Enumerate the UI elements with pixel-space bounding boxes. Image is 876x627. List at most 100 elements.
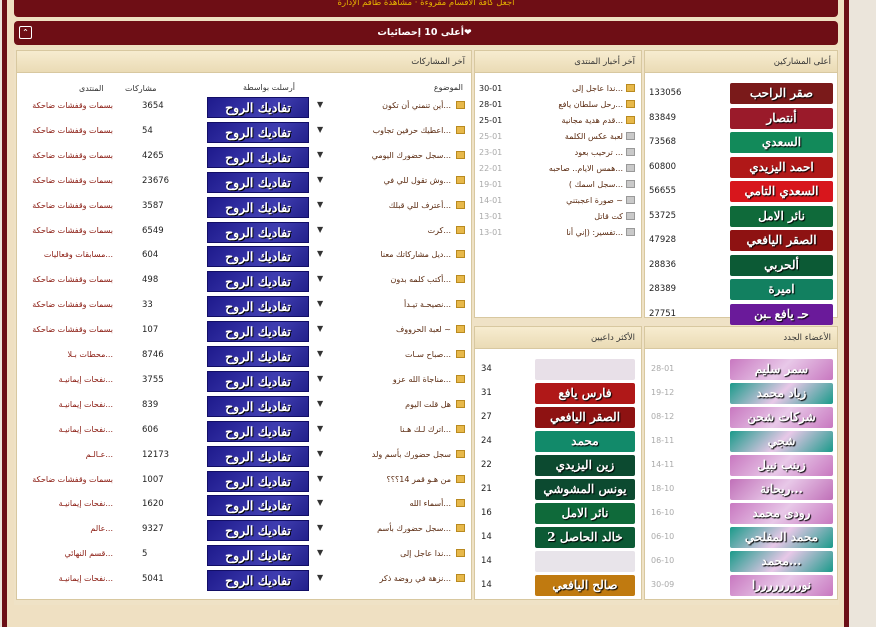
top-poster-name[interactable]: الصقر اليافعي xyxy=(730,230,833,251)
news-item[interactable]: 19-01 ( سجل اسمك... xyxy=(479,179,637,193)
post-topic[interactable]: اترك لـك هـنا... xyxy=(400,425,451,434)
dropdown-arrow-icon[interactable]: ▼ xyxy=(317,474,323,483)
sender-name[interactable]: تفاديك الروح xyxy=(207,321,309,343)
post-topic[interactable]: ندا عاجل إلى... xyxy=(400,549,451,558)
sender-name[interactable]: تفاديك الروح xyxy=(207,420,309,442)
dropdown-arrow-icon[interactable]: ▼ xyxy=(317,225,323,234)
post-topic[interactable]: أعترف للي قبلك... xyxy=(389,201,451,210)
top-poster-name[interactable]: صقر الراحب xyxy=(730,83,833,104)
top-inviter-name[interactable]: الصقر اليافعي xyxy=(535,407,635,428)
post-forum[interactable]: نفحات إيمانيـة... xyxy=(23,499,113,508)
post-forum[interactable]: بسمات وقفشات ضاحكة xyxy=(23,126,113,135)
dropdown-arrow-icon[interactable]: ▼ xyxy=(317,349,323,358)
news-item[interactable]: 22-01 همس الايام.. صاحبه... xyxy=(479,163,637,177)
sender-name[interactable]: تفاديك الروح xyxy=(207,196,309,218)
post-topic[interactable]: نصيحـة تيـدأ... xyxy=(404,300,451,309)
post-forum[interactable]: نفحات إيمانيـة... xyxy=(23,400,113,409)
dropdown-arrow-icon[interactable]: ▼ xyxy=(317,125,323,134)
news-title[interactable]: رحل سلطان يافع... xyxy=(558,100,623,109)
top-poster-name[interactable]: ألحربي xyxy=(730,254,833,276)
post-forum[interactable]: محطات بـلا... xyxy=(23,350,113,359)
post-topic[interactable]: سجل حضورك بأسم... xyxy=(377,524,451,533)
dropdown-arrow-icon[interactable]: ▼ xyxy=(317,324,323,333)
new-member-name[interactable]: شجي xyxy=(730,431,833,452)
post-forum[interactable]: بسمات وقفشات ضاحكة xyxy=(23,101,113,110)
sender-name[interactable]: تفاديك الروح xyxy=(207,520,309,542)
dropdown-arrow-icon[interactable]: ▼ xyxy=(317,449,323,458)
top-inviter-name[interactable]: صالح اليافعي xyxy=(535,575,635,596)
top-poster-name[interactable]: نائر الامل xyxy=(730,205,833,227)
news-title[interactable]: تفسير: (إني أنا... xyxy=(566,228,623,237)
news-title[interactable]: لعبة عكس الكلمة xyxy=(565,132,623,141)
post-forum[interactable]: بسمات وقفشات ضاحكة xyxy=(23,176,113,185)
post-forum[interactable]: بسمات وقفشات ضاحكة xyxy=(23,275,113,284)
post-forum[interactable]: بسمات وقفشات ضاحكة xyxy=(23,475,113,484)
news-item[interactable]: 30-01 ندا عاجل إلى... xyxy=(479,83,637,97)
news-item[interactable]: 14-01 صورة اعجبتني ~ xyxy=(479,195,637,209)
post-forum[interactable]: مسابقات وفعاليات... xyxy=(23,250,113,259)
new-member-name[interactable]: زياد محمد xyxy=(730,383,833,404)
news-title[interactable]: قدم هدية مجانية... xyxy=(562,116,623,125)
dropdown-arrow-icon[interactable]: ▼ xyxy=(317,274,323,283)
top-poster-name[interactable]: اميرة xyxy=(730,279,833,300)
post-forum[interactable]: نفحات إيمانيـة... xyxy=(23,574,113,583)
new-member-name[interactable]: زينب نبيل xyxy=(730,455,833,476)
post-topic[interactable]: سجل حضورك بأسم ولد xyxy=(372,450,451,459)
post-topic[interactable]: لعبة الحرووف ~ xyxy=(396,325,451,334)
top-inviter-name[interactable] xyxy=(535,359,635,380)
sender-name[interactable]: تفاديك الروح xyxy=(207,271,309,293)
top-notice-bar[interactable]: اجعل كافة الأقسام مقروءة · مشاهدة طاقم ا… xyxy=(14,0,838,17)
post-topic[interactable]: وش تقول للي في... xyxy=(384,176,451,185)
post-topic[interactable]: سجل حضورك اليومي... xyxy=(372,151,451,160)
news-title[interactable]: كت قاتل xyxy=(594,212,623,221)
dropdown-arrow-icon[interactable]: ▼ xyxy=(317,548,323,557)
sender-name[interactable]: تفاديك الروح xyxy=(207,395,309,417)
post-topic[interactable]: ديل مشاركاتك معنا... xyxy=(380,250,451,259)
post-forum[interactable]: بسمات وقفشات ضاحكة xyxy=(23,300,113,309)
sender-name[interactable]: تفاديك الروح xyxy=(207,246,309,268)
sender-name[interactable]: تفاديك الروح xyxy=(207,121,309,143)
news-title[interactable]: ندا عاجل إلى... xyxy=(572,84,623,93)
new-member-name[interactable]: رودى محمد xyxy=(730,503,833,524)
post-topic[interactable]: أسماء الله... xyxy=(409,499,451,508)
post-topic[interactable]: من هـو قمر 14؟؟؟ xyxy=(387,475,452,484)
new-member-name[interactable]: نوررررررررا xyxy=(730,575,833,596)
post-forum[interactable]: نفحات إيمانيـة... xyxy=(23,425,113,434)
top-inviter-name[interactable]: خالد الحاصل 2 xyxy=(535,527,635,548)
post-forum[interactable]: عالم... xyxy=(23,524,113,533)
news-title[interactable]: همس الايام.. صاحبه... xyxy=(549,164,623,173)
news-item[interactable]: 13-01 كت قاتل xyxy=(479,211,637,225)
dropdown-arrow-icon[interactable]: ▼ xyxy=(317,200,323,209)
top-poster-name[interactable]: السعدي xyxy=(730,132,833,153)
dropdown-arrow-icon[interactable]: ▼ xyxy=(317,374,323,383)
dropdown-arrow-icon[interactable]: ▼ xyxy=(317,175,323,184)
dropdown-arrow-icon[interactable]: ▼ xyxy=(317,498,323,507)
sender-name[interactable]: تفاديك الروح xyxy=(207,570,309,592)
post-topic[interactable]: اعطيك حرفين تجاوب... xyxy=(373,126,451,135)
post-topic[interactable]: هل قلت اليوم xyxy=(405,400,451,409)
collapse-icon[interactable]: ⌃ xyxy=(19,26,32,39)
top-inviter-name[interactable]: فارس يافع xyxy=(535,383,635,404)
sender-name[interactable]: تفاديك الروح xyxy=(207,470,309,492)
top-poster-name[interactable]: احمد اليزيدي xyxy=(730,156,833,178)
sender-name[interactable]: تفاديك الروح xyxy=(207,221,309,243)
post-forum[interactable]: بسمات وقفشات ضاحكة xyxy=(23,151,113,160)
top-poster-name[interactable]: أنتصار xyxy=(730,107,833,129)
new-member-name[interactable]: شركات شحن xyxy=(730,407,833,428)
dropdown-arrow-icon[interactable]: ▼ xyxy=(317,399,323,408)
dropdown-arrow-icon[interactable]: ▼ xyxy=(317,150,323,159)
sender-name[interactable]: تفاديك الروح xyxy=(207,171,309,193)
dropdown-arrow-icon[interactable]: ▼ xyxy=(317,424,323,433)
news-title[interactable]: صورة اعجبتني ~ xyxy=(566,196,623,205)
post-topic[interactable]: أين تنمني أن تكون... xyxy=(382,101,451,110)
dropdown-arrow-icon[interactable]: ▼ xyxy=(317,249,323,258)
sender-name[interactable]: تفاديك الروح xyxy=(207,146,309,168)
post-forum[interactable]: عـالـم... xyxy=(23,450,113,459)
new-member-name[interactable]: محمد المفلحي xyxy=(730,527,833,548)
post-forum[interactable]: بسمات وقفشات ضاحكة xyxy=(23,226,113,235)
post-topic[interactable]: أكتب كلمه بدون... xyxy=(390,275,451,284)
sender-name[interactable]: تفاديك الروح xyxy=(207,370,309,392)
sender-name[interactable]: تفاديك الروح xyxy=(207,346,309,367)
news-item[interactable]: 28-01 رحل سلطان يافع... xyxy=(479,99,637,113)
dropdown-arrow-icon[interactable]: ▼ xyxy=(317,523,323,532)
